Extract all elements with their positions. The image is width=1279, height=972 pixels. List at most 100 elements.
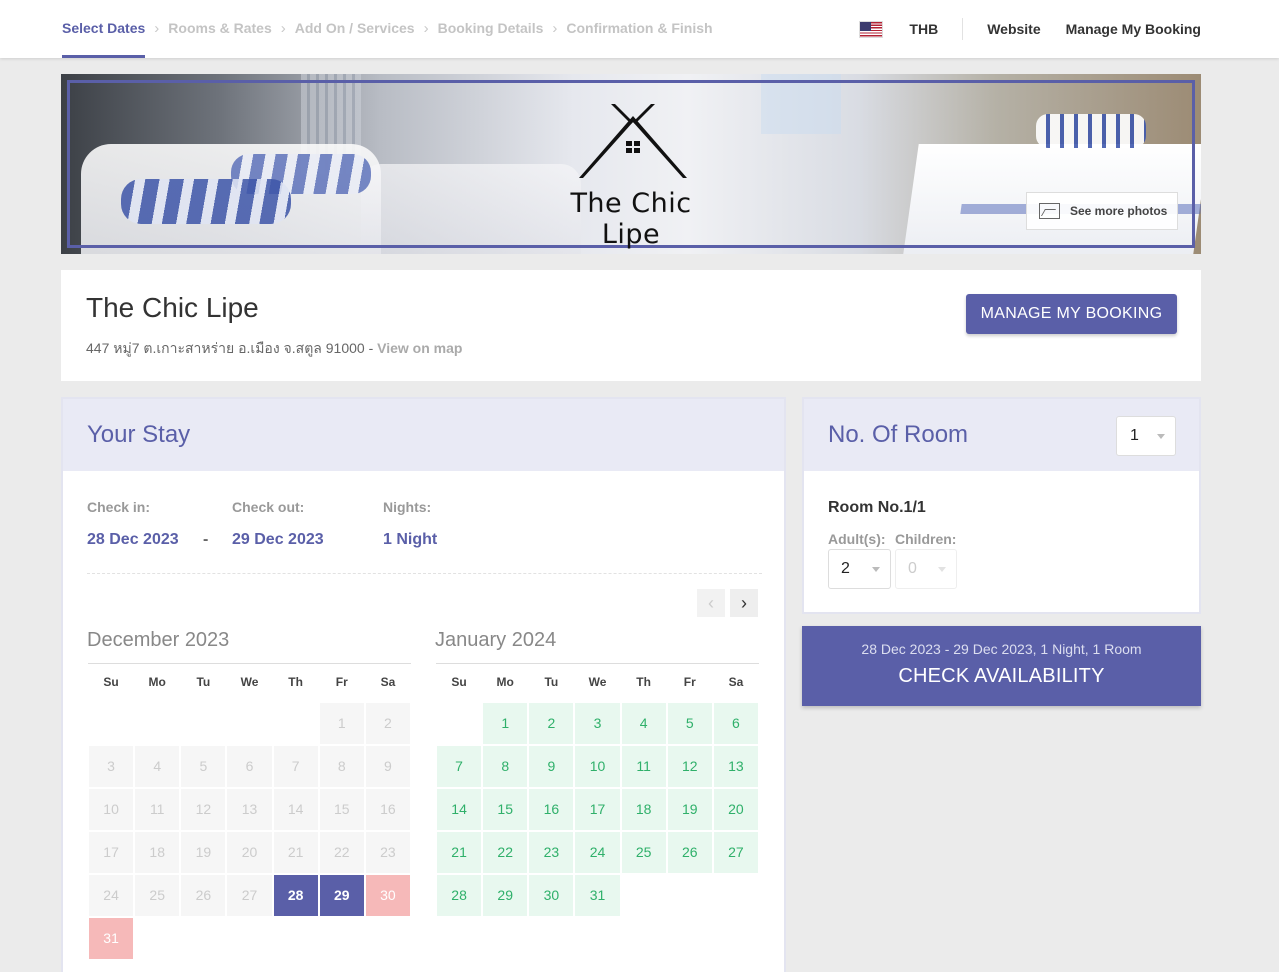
calendar-day[interactable]: 5 — [665, 700, 714, 746]
calendar-week-row: 28 29 30 31 — [434, 872, 761, 918]
calendar-day[interactable]: 10 — [573, 743, 622, 789]
prev-month-button[interactable]: ‹ — [697, 589, 725, 617]
calendar-day[interactable]: 20 — [711, 786, 761, 832]
your-stay-panel: Your Stay Check in: 28 Dec 2023 - Check … — [61, 397, 786, 972]
booking-steps: Select Dates › Rooms & Rates › Add On / … — [62, 0, 713, 58]
calendar-january-2024: January 2024 Su Mo Tu We Th Fr Sa 1 2 3 4 5 6 7 8 9 10 11… — [434, 629, 761, 918]
calendar-empty-cell — [271, 915, 320, 961]
image-icon — [1039, 203, 1060, 219]
calendar-day: 13 — [225, 786, 274, 832]
nights-value: 1 Night — [383, 531, 438, 548]
calendar-day[interactable]: 2 — [527, 700, 576, 746]
calendar-day[interactable]: 8 — [481, 743, 530, 789]
calendar-day[interactable]: 29 — [481, 872, 530, 918]
calendar-day[interactable]: 21 — [434, 829, 484, 875]
calendar-day[interactable]: 25 — [619, 829, 668, 875]
check-out-value: 29 Dec 2023 — [232, 531, 324, 548]
calendar-day[interactable]: 9 — [527, 743, 576, 789]
calendar-empty-cell — [225, 915, 274, 961]
step-add-on-services: Add On / Services — [294, 20, 415, 36]
hotel-banner: The Chic Lipe See more photos — [61, 74, 1201, 254]
view-on-map-link[interactable]: View on map — [377, 340, 462, 356]
chevron-down-icon — [872, 567, 880, 572]
calendar-day[interactable]: 28 — [434, 872, 484, 918]
calendar-day[interactable]: 15 — [481, 786, 530, 832]
weekday-header: We — [574, 663, 621, 702]
calendar-day[interactable]: 16 — [527, 786, 576, 832]
calendar-day: 25 — [133, 872, 182, 918]
calendar-day: 9 — [363, 743, 413, 789]
chevron-right-icon: › — [423, 20, 429, 37]
room-selection-panel: No. Of Room 1 Room No.1/1 Adult(s): Chil… — [802, 397, 1201, 614]
check-in-label: Check in: — [87, 499, 151, 515]
month-title: December 2023 — [87, 629, 230, 651]
see-more-photos-button[interactable]: See more photos — [1026, 192, 1178, 230]
top-navigation: Select Dates › Rooms & Rates › Add On / … — [0, 0, 1279, 58]
calendar-day[interactable]: 13 — [711, 743, 761, 789]
step-select-dates[interactable]: Select Dates — [62, 0, 146, 58]
check-in-group: Check in: 28 Dec 2023 — [87, 499, 179, 549]
chevron-right-icon: › — [280, 20, 286, 37]
website-link[interactable]: Website — [987, 21, 1040, 37]
calendar-day[interactable]: 18 — [619, 786, 668, 832]
calendar-day[interactable]: 6 — [711, 700, 761, 746]
nights-label: Nights: — [383, 499, 432, 515]
your-stay-title: Your Stay — [63, 399, 784, 471]
no-of-room-header: No. Of Room 1 — [804, 399, 1199, 471]
calendar-day[interactable]: 31 — [573, 872, 622, 918]
roof-logo-icon — [579, 104, 687, 178]
room-count-select[interactable]: 1 — [1116, 416, 1176, 456]
weekday-header: Fr — [666, 663, 713, 702]
calendar-day: 2 — [363, 700, 413, 746]
children-label: Children: — [895, 531, 957, 547]
address-separator: - — [368, 340, 374, 356]
check-in-value: 28 Dec 2023 — [87, 531, 179, 548]
children-value: 0 — [908, 560, 917, 577]
calendar-empty-cell — [179, 915, 228, 961]
children-select[interactable]: 0 — [895, 549, 957, 589]
calendar-day: 17 — [86, 829, 136, 875]
calendar-day[interactable]: 11 — [619, 743, 668, 789]
manage-my-booking-button[interactable]: MANAGE MY BOOKING — [966, 294, 1177, 334]
calendar-day[interactable]: 17 — [573, 786, 622, 832]
calendar-day[interactable]: 4 — [619, 700, 668, 746]
calendar-day[interactable]: 28 — [271, 872, 320, 918]
manage-booking-link[interactable]: Manage My Booking — [1066, 21, 1201, 37]
calendar-day[interactable]: 22 — [481, 829, 530, 875]
calendar-day: 21 — [271, 829, 320, 875]
chevron-down-icon — [938, 567, 946, 572]
calendar-empty-cell — [225, 700, 274, 746]
calendar-empty-cell — [665, 872, 714, 918]
calendar-day[interactable]: 3 — [573, 700, 622, 746]
calendar-day[interactable]: 12 — [665, 743, 714, 789]
calendar-day[interactable]: 24 — [573, 829, 622, 875]
calendar-empty-cell — [434, 700, 484, 746]
calendar-day: 4 — [133, 743, 182, 789]
us-flag-icon[interactable] — [859, 20, 884, 38]
calendar-day[interactable]: 14 — [434, 786, 484, 832]
hotel-info-card: The Chic Lipe 447 หมู่7 ต.เกาะสาหร่าย อ.… — [61, 270, 1201, 381]
weekday-header: Sa — [712, 663, 759, 702]
logo-text: The Chic Lipe — [570, 188, 692, 250]
calendar-empty-cell — [133, 700, 182, 746]
calendar-empty-cell — [179, 700, 228, 746]
calendar-day[interactable]: 1 — [481, 700, 530, 746]
calendar-day[interactable]: 26 — [665, 829, 714, 875]
calendar-day[interactable]: 29 — [317, 872, 366, 918]
check-availability-button[interactable]: 28 Dec 2023 - 29 Dec 2023, 1 Night, 1 Ro… — [802, 626, 1201, 706]
calendar-day: 6 — [225, 743, 274, 789]
step-booking-details: Booking Details — [437, 20, 544, 36]
adults-select[interactable]: 2 — [828, 549, 891, 589]
calendar-day[interactable]: 19 — [665, 786, 714, 832]
calendar-day[interactable]: 7 — [434, 743, 484, 789]
next-month-button[interactable]: › — [730, 589, 758, 617]
month-title: January 2024 — [435, 629, 557, 651]
calendar-day[interactable]: 30 — [527, 872, 576, 918]
calendar-day[interactable]: 23 — [527, 829, 576, 875]
calendar-week-row: 12 — [86, 700, 413, 746]
calendar-empty-cell — [133, 915, 182, 961]
calendar-day[interactable]: 27 — [711, 829, 761, 875]
hotel-address: 447 หมู่7 ต.เกาะสาหร่าย อ.เมือง จ.สตูล 9… — [86, 338, 462, 360]
currency-selector[interactable]: THB — [909, 21, 938, 37]
calendar-week-row: 123456 — [434, 700, 761, 746]
